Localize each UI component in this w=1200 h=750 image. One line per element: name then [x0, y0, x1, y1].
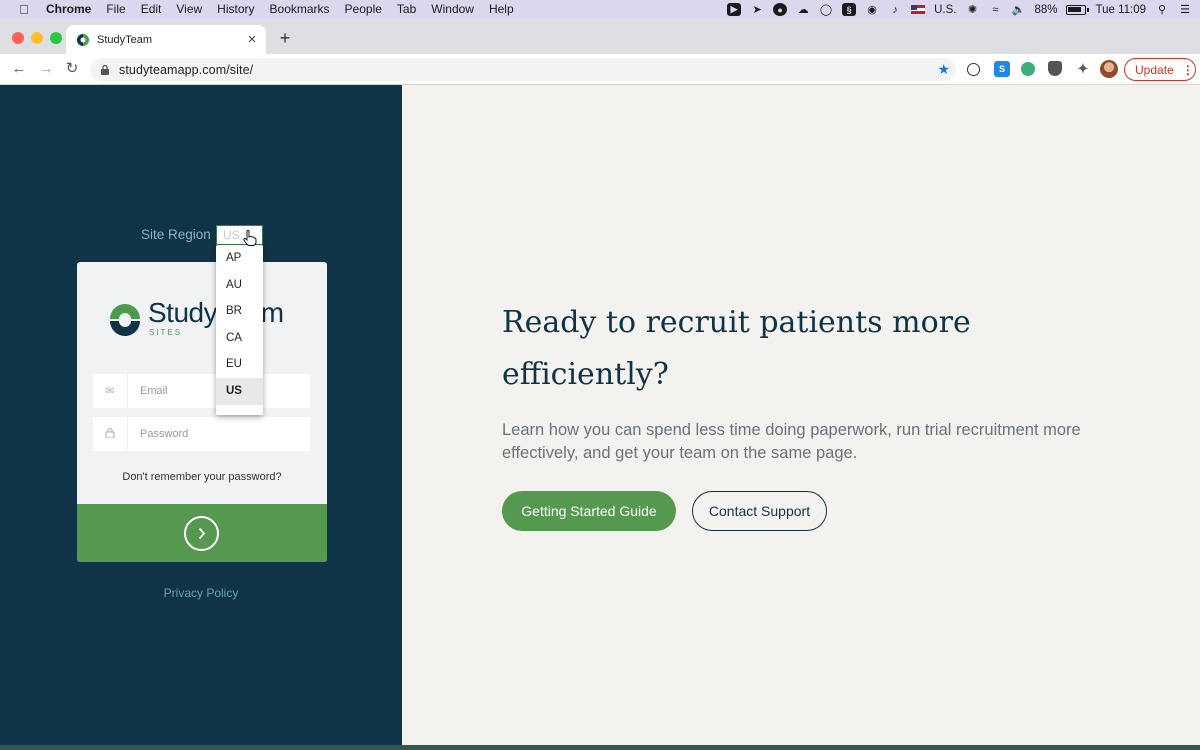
menu-people[interactable]: People	[345, 0, 382, 19]
window-close-button[interactable]	[12, 32, 24, 44]
menu-chrome[interactable]: Chrome	[46, 0, 91, 19]
volume-icon[interactable]: 🔈	[1011, 3, 1026, 16]
region-option-eu[interactable]: EU	[216, 351, 263, 378]
hand-cursor-icon	[243, 230, 257, 246]
region-option-ap[interactable]: AP	[216, 245, 263, 272]
login-card: StudyTeam SITES ✉ Don't remember your	[77, 262, 327, 562]
site-region-dropdown: AP AU BR CA EU US	[216, 245, 263, 415]
page-content: Site Region US StudyTeam SITES ✉	[0, 85, 1200, 745]
menu-history[interactable]: History	[217, 0, 254, 19]
us-flag-icon[interactable]	[911, 5, 926, 14]
password-input[interactable]	[140, 428, 300, 440]
login-panel: Site Region US StudyTeam SITES ✉	[0, 85, 402, 745]
field-divider	[127, 374, 128, 408]
browser-tab-studyteam[interactable]: StudyTeam ×	[66, 25, 266, 54]
menu-edit[interactable]: Edit	[141, 0, 162, 19]
studyteam-logo: StudyTeam SITES	[108, 297, 298, 342]
address-bar[interactable]: studyteamapp.com/site/ ★	[90, 58, 956, 81]
zoom-icon[interactable]: ▶	[727, 3, 742, 16]
privacy-policy-link[interactable]: Privacy Policy	[0, 586, 402, 600]
studyteam-favicon-icon	[77, 33, 89, 46]
region-option-au[interactable]: AU	[216, 272, 263, 299]
s-extension-icon[interactable]: S	[994, 61, 1010, 77]
window-zoom-button[interactable]	[50, 32, 62, 44]
forward-arrow-icon[interactable]: →	[36, 59, 56, 79]
browser-toolbar: ← → ↻ studyteamapp.com/site/ ★ S ✦ Updat…	[0, 54, 1200, 85]
menu-file[interactable]: File	[106, 0, 125, 19]
lock-icon	[93, 427, 127, 441]
shield-icon[interactable]: §	[842, 3, 857, 16]
menu-bookmarks[interactable]: Bookmarks	[270, 0, 330, 19]
more-menu-icon: ⋮	[1181, 62, 1194, 77]
forgot-password-link[interactable]: Don't remember your password?	[77, 471, 327, 483]
menu-help[interactable]: Help	[489, 0, 514, 19]
input-source-label[interactable]: U.S.	[934, 4, 956, 16]
record-icon[interactable]: ◉	[865, 3, 879, 16]
submit-bar[interactable]	[77, 504, 327, 562]
password-manager-icon[interactable]: ◯	[819, 3, 833, 16]
password-extension-icon[interactable]	[967, 63, 980, 76]
battery-percentage[interactable]: 88%	[1034, 4, 1057, 16]
region-option-ca[interactable]: CA	[216, 325, 263, 352]
email-field: ✉	[93, 374, 310, 408]
battery-icon[interactable]	[1066, 4, 1090, 15]
menu-bar-status-area: ▶ ➤ ● ☁ ◯ § ◉ ♪ U.S. ✺ ≈ 🔈 88% Tue 11:09…	[727, 0, 1192, 19]
circle-extension-icon[interactable]	[1021, 62, 1035, 76]
lock-icon[interactable]	[100, 64, 110, 75]
field-divider	[127, 417, 128, 451]
hero-description: Learn how you can spend less time doing …	[502, 421, 1081, 462]
tab-close-icon[interactable]: ×	[242, 31, 262, 48]
reload-icon[interactable]: ↻	[62, 59, 82, 79]
macos-menu-bar:  Chrome File Edit View History Bookmark…	[0, 0, 1200, 19]
hero-panel: Ready to recruit patients more efficient…	[402, 85, 1200, 745]
menu-bar-clock[interactable]: Tue 11:09	[1095, 4, 1146, 16]
contact-support-button[interactable]: Contact Support	[692, 491, 827, 531]
logo-subtitle: SITES	[149, 328, 183, 337]
email-icon: ✉	[105, 385, 115, 397]
region-option-us[interactable]: US	[216, 377, 263, 405]
puzzle-extensions-icon[interactable]: ✦	[1075, 61, 1091, 77]
wifi-icon[interactable]: ≈	[988, 3, 1002, 16]
menu-view[interactable]: View	[176, 0, 202, 19]
browser-tab-strip: StudyTeam × +	[0, 19, 1200, 54]
password-field	[93, 417, 310, 451]
desktop-background-strip	[0, 745, 1200, 750]
spotlight-search-icon[interactable]: ⚲	[1155, 3, 1169, 16]
studyteam-logo-icon	[110, 304, 140, 336]
ublock-extension-icon[interactable]	[1048, 61, 1062, 76]
control-center-icon[interactable]: ☰	[1178, 3, 1192, 16]
headphones-icon[interactable]: ♪	[888, 3, 902, 16]
cloud-upload-icon[interactable]: ☁	[796, 3, 810, 16]
compass-icon[interactable]: ●	[773, 3, 788, 16]
location-arrow-icon[interactable]: ➤	[750, 3, 764, 16]
bluetooth-icon[interactable]: ✺	[965, 3, 979, 16]
profile-avatar[interactable]	[1100, 60, 1118, 78]
update-button[interactable]: Update ⋮	[1124, 58, 1196, 81]
back-arrow-icon[interactable]: ←	[9, 59, 29, 79]
url-text[interactable]: studyteamapp.com/site/	[119, 63, 937, 77]
update-label: Update	[1135, 62, 1174, 77]
menu-tab[interactable]: Tab	[397, 0, 416, 19]
region-option-br[interactable]: BR	[216, 298, 263, 325]
getting-started-guide-button[interactable]: Getting Started Guide	[502, 491, 676, 531]
bookmark-star-icon[interactable]: ★	[937, 61, 950, 78]
window-minimize-button[interactable]	[31, 32, 43, 44]
tab-title: StudyTeam	[97, 33, 153, 46]
apple-icon[interactable]: 	[16, 0, 32, 19]
submit-button[interactable]	[184, 516, 219, 551]
hero-headline: Ready to recruit patients more efficient…	[502, 305, 971, 392]
new-tab-button[interactable]: +	[275, 28, 295, 48]
menu-window[interactable]: Window	[431, 0, 474, 19]
site-region-label: Site Region	[141, 227, 211, 242]
chevron-right-icon	[198, 527, 206, 540]
